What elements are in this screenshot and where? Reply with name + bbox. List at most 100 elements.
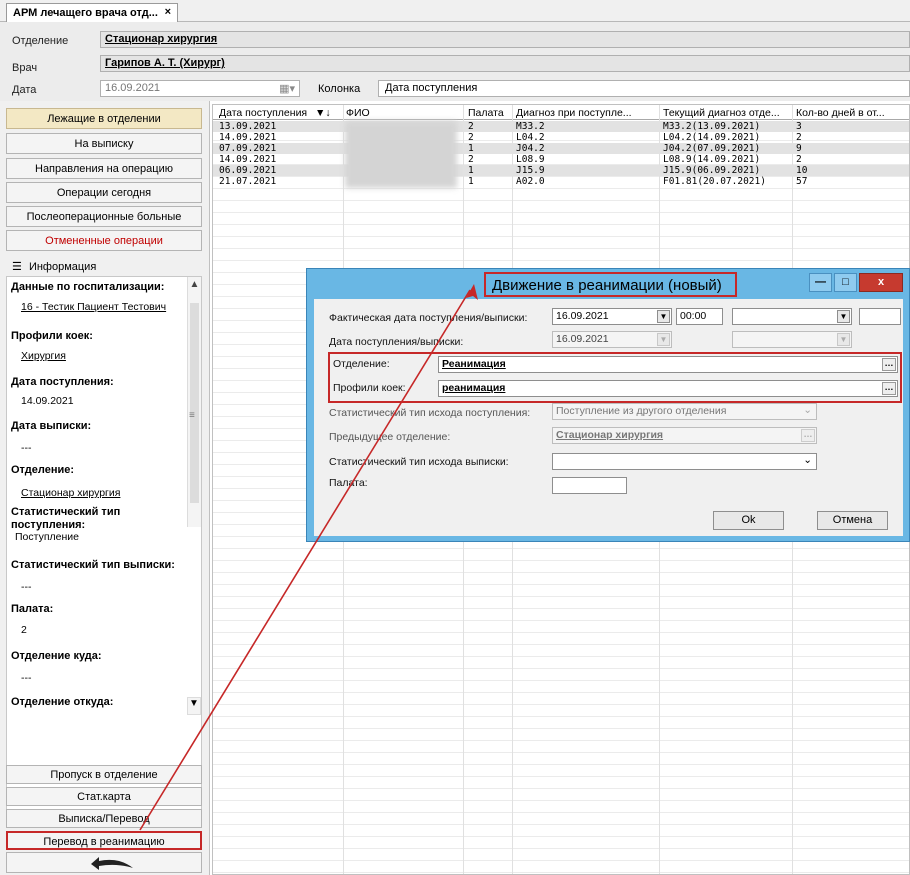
chevron-down-icon: ▼ bbox=[657, 333, 670, 346]
table-cell: 21.07.2021 bbox=[219, 176, 277, 187]
dialog-dept-input[interactable]: Реанимация … bbox=[438, 356, 898, 373]
info-dept-link[interactable]: Стационар хирургия bbox=[21, 487, 120, 499]
stat-admit-label-1: Статистический тип bbox=[11, 506, 121, 518]
chevron-down-icon[interactable]: ⌄ bbox=[803, 454, 812, 466]
table-cell: 1 bbox=[468, 176, 474, 187]
dialog-profiles-input[interactable]: реанимация … bbox=[438, 380, 898, 397]
scroll-down-icon[interactable]: ▼ bbox=[187, 697, 201, 715]
profiles-label: Профили коек: bbox=[11, 330, 93, 342]
date-value: 16.09.2021 bbox=[105, 82, 161, 94]
blurred-names bbox=[345, 121, 457, 188]
table-row[interactable]: 07.09.2021 1 J04.2 J04.2(07.09.2021) 9 bbox=[213, 143, 909, 154]
department-field[interactable]: Стационар хирургия bbox=[100, 31, 910, 48]
actual-extra-select[interactable]: ▼ bbox=[732, 308, 852, 325]
table-row[interactable]: 14.09.2021 2 L08.9 L08.9(14.09.2021) 2 bbox=[213, 154, 909, 165]
from-dept-label: Отделение откуда: bbox=[11, 696, 114, 708]
stat-discharge-type-select[interactable]: ⌄ bbox=[552, 453, 817, 470]
chevron-down-icon[interactable]: ▼ bbox=[837, 310, 850, 323]
doctor-field[interactable]: Гарипов А. Т. (Хирург) bbox=[100, 55, 910, 72]
table-cell: J15.9 bbox=[516, 165, 545, 176]
department-label: Отделение bbox=[12, 35, 69, 47]
cancel-button[interactable]: Отмена bbox=[817, 511, 888, 530]
col-fio[interactable]: ФИО bbox=[346, 107, 462, 119]
admit-date-value: 16.09.2021 bbox=[556, 333, 609, 345]
ward-label: Палата: bbox=[11, 603, 54, 615]
to-dept-value: --- bbox=[21, 672, 32, 684]
scroll-thumb[interactable] bbox=[190, 303, 199, 503]
info-scrollbar[interactable]: ▲ ≡ bbox=[187, 277, 201, 527]
table-cell: 2 bbox=[796, 154, 802, 165]
dialog-profiles-value: реанимация bbox=[442, 382, 506, 394]
actual-extra-input[interactable] bbox=[859, 308, 901, 325]
stat-card-button[interactable]: Стат.карта bbox=[6, 787, 202, 806]
info-panel: Данные по госпитализации: 16 - Тестик Па… bbox=[6, 276, 202, 821]
table-cell: L04.2(14.09.2021) bbox=[663, 132, 761, 143]
profiles-link[interactable]: Хирургия bbox=[21, 350, 66, 362]
table-row[interactable]: 14.09.2021 2 L04.2 L04.2(14.09.2021) 2 bbox=[213, 132, 909, 143]
nav-cancelled-operations[interactable]: Отмененные операции bbox=[6, 230, 202, 251]
calendar-icon[interactable]: ▦▾ bbox=[279, 82, 295, 95]
pass-to-dept-button[interactable]: Пропуск в отделение bbox=[6, 765, 202, 784]
ward-value: 2 bbox=[21, 624, 27, 636]
left-panel: Лежащие в отделении На выписку Направлен… bbox=[0, 101, 210, 875]
back-button[interactable] bbox=[6, 852, 202, 873]
date-field[interactable]: 16.09.2021 ▦▾ bbox=[100, 80, 300, 97]
table-row[interactable]: 13.09.2021 2 M33.2 M33.2(13.09.2021) 3 bbox=[213, 121, 909, 132]
stat-discharge-label: Статистический тип выписки: bbox=[11, 559, 175, 571]
discharge-transfer-button[interactable]: Выписка/Перевод bbox=[6, 809, 202, 828]
nav-postop-patients[interactable]: Послеоперационные больные bbox=[6, 206, 202, 227]
dialog-body: Фактическая дата поступления/выписки: 16… bbox=[314, 299, 903, 536]
ellipsis-icon: … bbox=[801, 429, 815, 442]
actual-date-input[interactable]: 16.09.2021 ▼ bbox=[552, 308, 672, 325]
hosp-link[interactable]: 16 - Тестик Пациент Тестович bbox=[21, 301, 166, 313]
maximize-icon[interactable]: □ bbox=[834, 273, 857, 292]
icu-movement-dialog: Движение в реанимации (новый) — □ x Факт… bbox=[306, 268, 910, 542]
column-label: Колонка bbox=[318, 83, 361, 95]
info-header-label: Информация bbox=[28, 261, 97, 273]
actual-date-value: 16.09.2021 bbox=[556, 310, 609, 322]
transfer-to-icu-button[interactable]: Перевод в реанимацию bbox=[6, 831, 202, 850]
dialog-profiles-label: Профили коек: bbox=[333, 382, 406, 394]
table-row[interactable]: 21.07.2021 1 A02.0 F01.81(20.07.2021) 57 bbox=[213, 176, 909, 187]
col-admit-date[interactable]: Дата поступления bbox=[219, 107, 315, 119]
table-cell: L08.9 bbox=[516, 154, 545, 165]
filter-sort-icon[interactable]: ▼↓ bbox=[315, 107, 343, 119]
prev-dept-label: Предыдущее отделение: bbox=[329, 431, 451, 443]
table-cell: 9 bbox=[796, 143, 802, 154]
nav-surgery-referrals[interactable]: Направления на операцию bbox=[6, 158, 202, 179]
table-row[interactable]: 06.09.2021 1 J15.9 J15.9(06.09.2021) 10 bbox=[213, 165, 909, 176]
scroll-up-icon[interactable]: ▲ bbox=[188, 279, 201, 290]
chevron-down-icon[interactable]: ▼ bbox=[657, 310, 670, 323]
col-current-diagnosis[interactable]: Текущий диагноз отде... bbox=[663, 107, 791, 119]
table-cell: M33.2(13.09.2021) bbox=[663, 121, 761, 132]
table-cell: M33.2 bbox=[516, 121, 545, 132]
prev-dept-input: Стационар хирургия … bbox=[552, 427, 817, 444]
admit-date-label: Дата поступления: bbox=[11, 376, 114, 388]
column-field[interactable]: Дата поступления bbox=[378, 80, 910, 97]
dialog-ward-input[interactable] bbox=[552, 477, 627, 494]
stat-discharge-value: --- bbox=[21, 581, 32, 593]
col-admit-diagnosis[interactable]: Диагноз при поступле... bbox=[516, 107, 658, 119]
close-tab-icon[interactable]: × bbox=[165, 6, 171, 18]
table-cell: F01.81(20.07.2021) bbox=[663, 176, 766, 187]
document-tab-title: АРМ лечащего врача отд... bbox=[13, 7, 158, 19]
nav-operations-today[interactable]: Операции сегодня bbox=[6, 182, 202, 203]
col-ward[interactable]: Палата bbox=[468, 107, 512, 119]
table-cell: A02.0 bbox=[516, 176, 545, 187]
close-icon[interactable]: x bbox=[859, 273, 903, 292]
document-tab[interactable]: АРМ лечащего врача отд... × bbox=[6, 3, 178, 22]
ellipsis-icon[interactable]: … bbox=[882, 358, 896, 371]
minimize-icon[interactable]: — bbox=[809, 273, 832, 292]
actual-time-input[interactable]: 00:00 bbox=[676, 308, 723, 325]
ok-button[interactable]: Ok bbox=[713, 511, 784, 530]
admit-extra-select: ▼ bbox=[732, 331, 852, 348]
tab-strip: АРМ лечащего врача отд... × bbox=[0, 0, 910, 22]
nav-inpatients[interactable]: Лежащие в отделении bbox=[6, 108, 202, 129]
table-cell: 3 bbox=[796, 121, 802, 132]
nav-for-discharge[interactable]: На выписку bbox=[6, 133, 202, 154]
ellipsis-icon[interactable]: … bbox=[882, 382, 896, 395]
info-header[interactable]: ☰ Информация bbox=[6, 257, 202, 276]
table-cell: 07.09.2021 bbox=[219, 143, 277, 154]
grid-header: Дата поступления ▼↓ ФИО Палата Диагноз п… bbox=[213, 105, 909, 120]
col-days[interactable]: Кол-во дней в от... bbox=[796, 107, 908, 119]
